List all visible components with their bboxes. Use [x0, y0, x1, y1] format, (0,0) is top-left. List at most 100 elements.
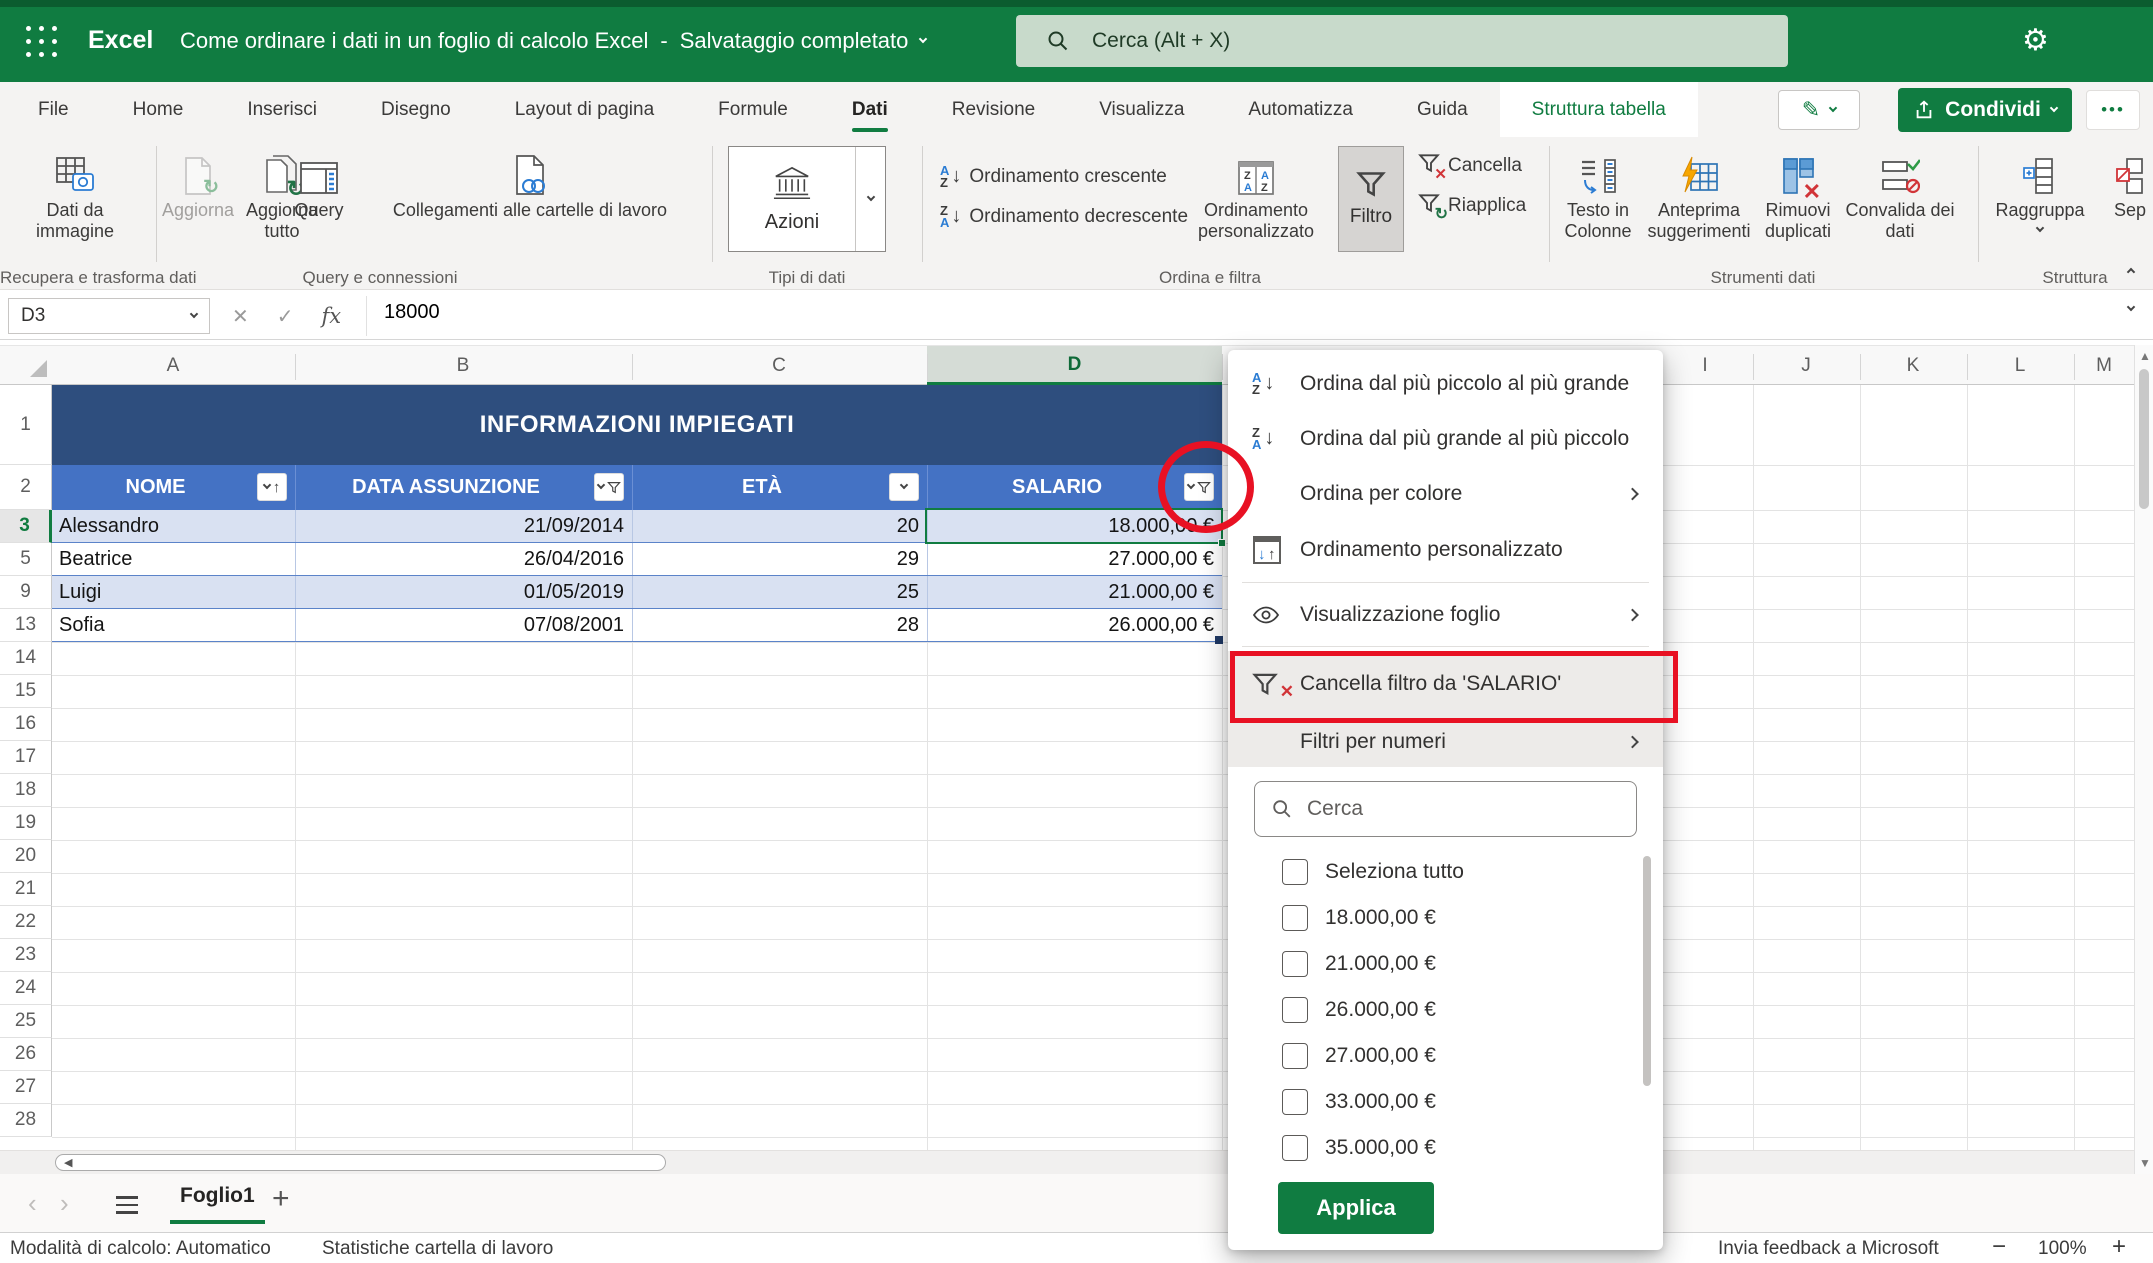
- app-launcher-waffle-icon[interactable]: [26, 26, 60, 60]
- cell-D13[interactable]: 26.000,00 €: [927, 609, 1222, 641]
- sheet-list-menu-icon[interactable]: [116, 1196, 138, 1214]
- checkbox-unchecked-icon[interactable]: [1282, 997, 1308, 1023]
- settings-gear-icon[interactable]: ⚙: [2022, 24, 2049, 58]
- column-header-K[interactable]: K: [1907, 346, 1920, 386]
- tab-guida[interactable]: Guida: [1385, 82, 1500, 137]
- prev-sheet-icon[interactable]: ‹: [28, 1188, 37, 1219]
- filter-option-value[interactable]: 26.000,00 €: [1228, 987, 1663, 1033]
- cell-C5[interactable]: 29: [632, 543, 927, 575]
- expand-formula-bar-icon[interactable]: [2127, 303, 2135, 311]
- save-status[interactable]: Salvataggio completato: [680, 28, 909, 54]
- cancel-entry-icon[interactable]: ✕: [232, 304, 249, 329]
- cell-B13[interactable]: 07/08/2001: [295, 609, 632, 641]
- sort-filter-button-eta[interactable]: [889, 473, 919, 501]
- cell-D5[interactable]: 27.000,00 €: [927, 543, 1222, 575]
- tab-inserisci[interactable]: Inserisci: [215, 82, 349, 137]
- cell-A5[interactable]: Beatrice: [52, 543, 295, 575]
- filter-search-box[interactable]: [1254, 781, 1637, 837]
- row-header-22[interactable]: 22: [0, 906, 52, 939]
- filter-search-input[interactable]: [1307, 797, 1607, 821]
- row-header-18[interactable]: 18: [0, 774, 52, 807]
- tab-disegno[interactable]: Disegno: [349, 82, 483, 137]
- tab-dati[interactable]: Dati: [820, 82, 920, 137]
- share-button[interactable]: Condividi: [1898, 88, 2072, 132]
- tab-struttura-tabella[interactable]: Struttura tabella: [1500, 82, 1698, 137]
- actions-data-types-button[interactable]: Azioni: [728, 146, 886, 252]
- checkbox-unchecked-icon[interactable]: [1282, 951, 1308, 977]
- row-header-16[interactable]: 16: [0, 708, 52, 741]
- tab-layout-di-pagina[interactable]: Layout di pagina: [483, 82, 686, 137]
- workbook-stats-button[interactable]: Statistiche cartella di lavoro: [322, 1238, 553, 1260]
- vertical-scrollbar[interactable]: ▲ ▼: [2134, 345, 2153, 1174]
- table-resize-handle[interactable]: [1215, 636, 1223, 644]
- flash-fill-button[interactable]: Anteprima suggerimenti: [1640, 146, 1758, 242]
- more-options-button[interactable]: •••: [2086, 90, 2140, 130]
- menu-item-sort-largest-smallest[interactable]: ZA↓ Ordina dal più grande al più piccolo: [1228, 411, 1663, 466]
- column-header-M[interactable]: M: [2096, 346, 2112, 386]
- text-to-columns-button[interactable]: Testo in Colonne: [1556, 146, 1640, 242]
- clear-filter-button[interactable]: ✕ Cancella: [1418, 153, 1522, 179]
- row-header-9[interactable]: 9: [0, 576, 52, 609]
- data-from-picture-button[interactable]: Dati da immagine: [20, 146, 130, 242]
- row-header-27[interactable]: 27: [0, 1071, 52, 1104]
- row-header-21[interactable]: 21: [0, 873, 52, 906]
- select-all-corner[interactable]: [30, 360, 47, 377]
- row-header-5[interactable]: 5: [0, 543, 52, 576]
- tab-automatizza[interactable]: Automatizza: [1216, 82, 1385, 137]
- fill-handle[interactable]: [1218, 539, 1226, 547]
- feedback-link[interactable]: Invia feedback a Microsoft: [1718, 1238, 1939, 1260]
- sort-ascending-button[interactable]: AZ↓ Ordinamento crescente: [940, 165, 1167, 189]
- checkbox-unchecked-icon[interactable]: [1282, 905, 1308, 931]
- group-rows-button[interactable]: Raggruppa: [1990, 146, 2090, 231]
- chevron-down-icon[interactable]: [919, 35, 927, 43]
- menu-item-sheet-view[interactable]: Visualizzazione foglio: [1228, 587, 1663, 642]
- column-header-D[interactable]: D: [927, 346, 1222, 385]
- row-header-2[interactable]: 2: [0, 465, 52, 510]
- cell-C3[interactable]: 20: [632, 510, 927, 542]
- vertical-scroll-thumb[interactable]: [2139, 369, 2149, 509]
- filter-option-value[interactable]: 18.000,00 €: [1228, 895, 1663, 941]
- menu-item-number-filters[interactable]: Filtri per numeri: [1228, 717, 1663, 767]
- row-header-25[interactable]: 25: [0, 1005, 52, 1038]
- row-header-24[interactable]: 24: [0, 972, 52, 1005]
- remove-duplicates-button[interactable]: ✕ Rimuovi duplicati: [1756, 146, 1840, 242]
- column-header-B[interactable]: B: [457, 346, 470, 386]
- cell-B3[interactable]: 21/09/2014: [295, 510, 632, 542]
- header-cell-eta[interactable]: ETÀ: [632, 465, 927, 510]
- filter-option-value[interactable]: 35.000,00 €: [1228, 1125, 1663, 1171]
- row-header-20[interactable]: 20: [0, 840, 52, 873]
- row-header-13[interactable]: 13: [0, 609, 52, 642]
- sheet-tab-foglio1[interactable]: Foglio1: [170, 1184, 265, 1208]
- checkbox-unchecked-icon[interactable]: [1282, 1043, 1308, 1069]
- scroll-down-icon[interactable]: ▼: [2139, 1156, 2151, 1170]
- cell-B5[interactable]: 26/04/2016: [295, 543, 632, 575]
- tab-visualizza[interactable]: Visualizza: [1067, 82, 1216, 137]
- cell-A9[interactable]: Luigi: [52, 576, 295, 608]
- row-header-26[interactable]: 26: [0, 1038, 52, 1071]
- row-header-1[interactable]: 1: [0, 385, 52, 465]
- actions-dropdown[interactable]: [855, 147, 885, 251]
- insert-function-icon[interactable]: fx: [322, 304, 342, 328]
- workbook-links-button[interactable]: Collegamenti alle cartelle di lavoro: [372, 146, 688, 221]
- document-title[interactable]: Come ordinare i dati in un foglio di cal…: [180, 28, 648, 54]
- checkbox-unchecked-icon[interactable]: [1282, 859, 1308, 885]
- tab-file[interactable]: File: [6, 82, 101, 137]
- filter-option-value[interactable]: 33.000,00 €: [1228, 1079, 1663, 1125]
- apply-filter-button[interactable]: Applica: [1278, 1182, 1434, 1234]
- formula-input[interactable]: 18000: [384, 301, 440, 324]
- row-header-14[interactable]: 14: [0, 642, 52, 675]
- search-bar[interactable]: Cerca (Alt + X): [1016, 15, 1788, 67]
- checkbox-unchecked-icon[interactable]: [1282, 1135, 1308, 1161]
- column-header-C[interactable]: C: [772, 346, 786, 386]
- cell-D9[interactable]: 21.000,00 €: [927, 576, 1222, 608]
- column-header-L[interactable]: L: [2015, 346, 2026, 386]
- confirm-entry-icon[interactable]: ✓: [277, 304, 294, 329]
- reapply-filter-button[interactable]: ↻ Riapplica: [1418, 193, 1526, 219]
- scroll-up-icon[interactable]: ▲: [2139, 349, 2151, 363]
- horizontal-scrollbar[interactable]: ◀: [0, 1150, 2134, 1174]
- custom-sort-button[interactable]: ZAAZ Ordinamento personalizzato: [1180, 146, 1332, 242]
- add-sheet-icon[interactable]: +: [272, 1182, 290, 1216]
- document-title-bar[interactable]: Come ordinare i dati in un foglio di cal…: [180, 28, 926, 54]
- header-cell-nome[interactable]: NOME ↑: [52, 465, 295, 510]
- next-sheet-icon[interactable]: ›: [60, 1188, 69, 1219]
